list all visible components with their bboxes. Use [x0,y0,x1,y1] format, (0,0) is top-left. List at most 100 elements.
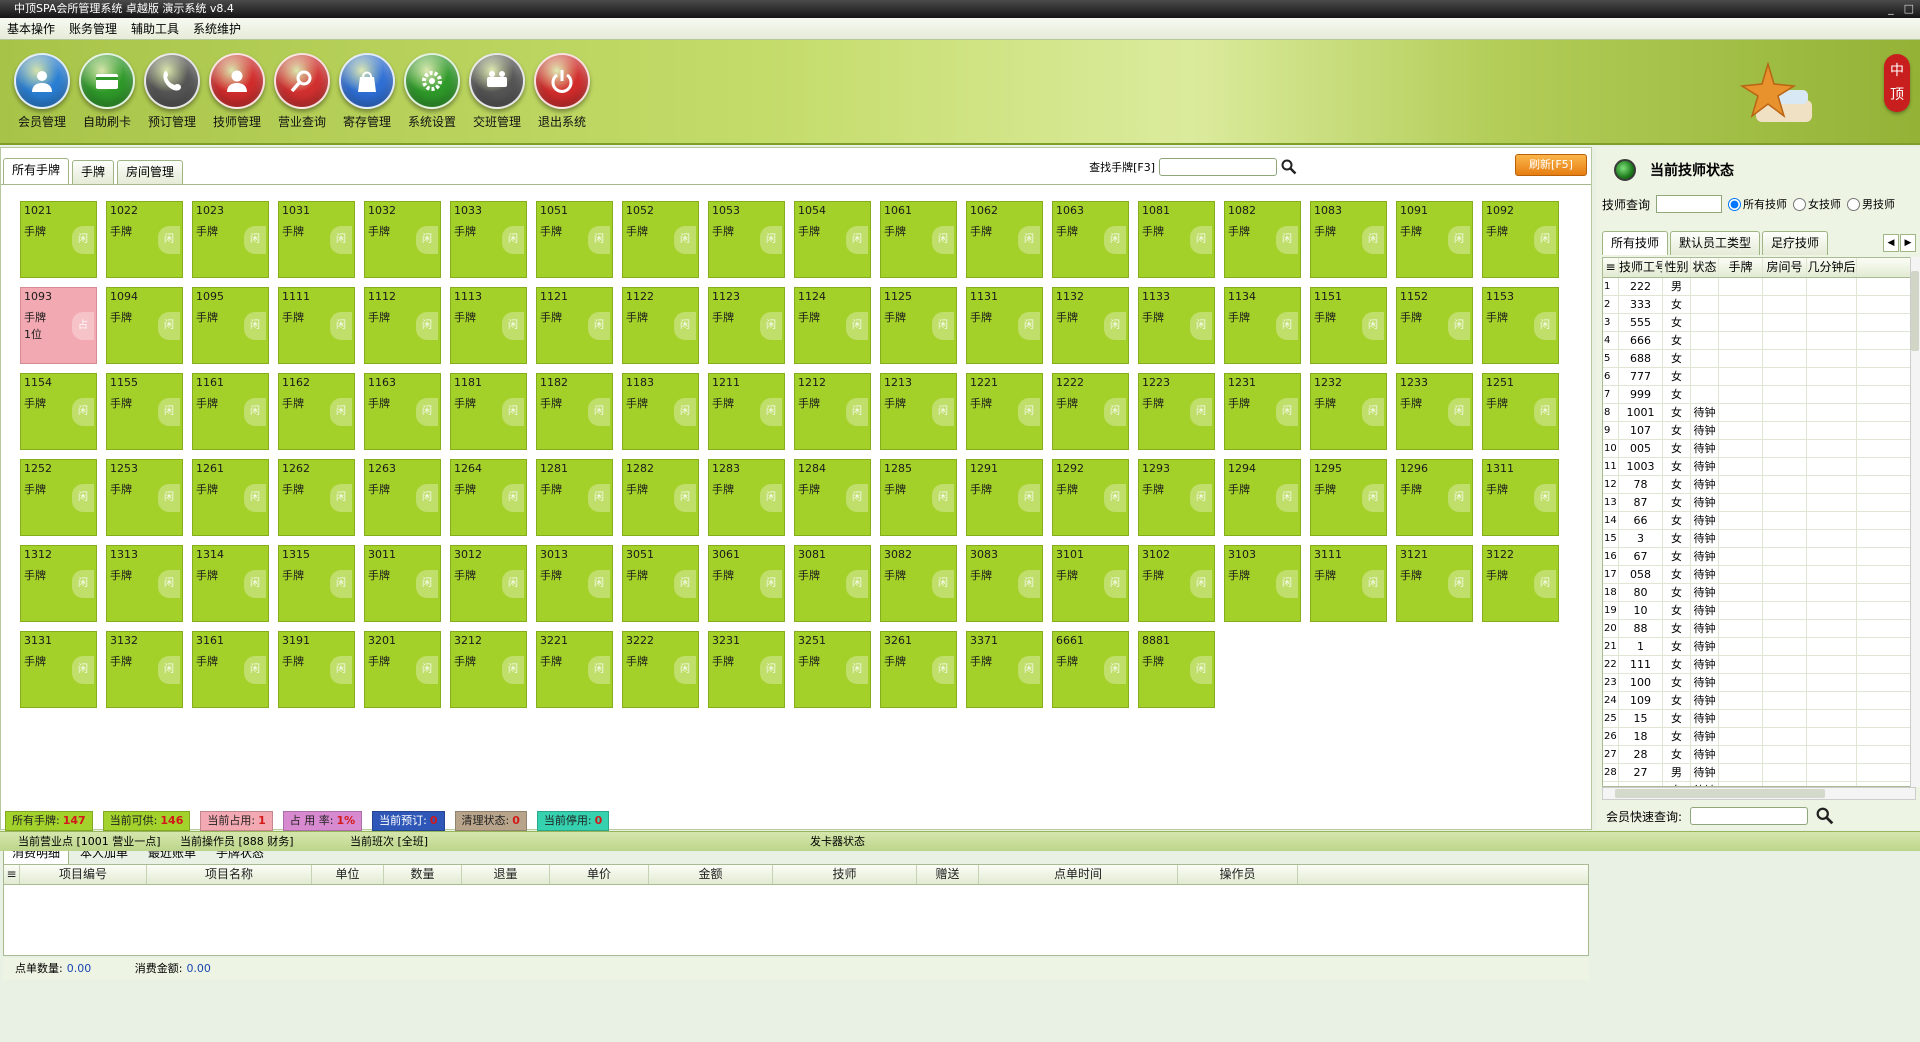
hand-card[interactable]: 1232 手牌 闲 [1310,373,1387,450]
hand-card[interactable]: 1162 手牌 闲 [278,373,355,450]
tab-prev-button[interactable]: ◀ [1883,234,1899,252]
consume-column-header[interactable]: 项目编号 [20,865,147,884]
magnifier-icon[interactable] [274,53,330,109]
toolbar-button-technician[interactable]: 技师管理 [201,53,273,130]
toolbar-button-member[interactable]: 会员管理 [6,53,78,130]
toolbar-button-phone[interactable]: 预订管理 [136,53,208,130]
toolbar-button-power[interactable]: 退出系统 [526,53,598,130]
hand-card[interactable]: 1151 手牌 闲 [1310,287,1387,364]
technician-query-input[interactable] [1656,195,1723,213]
hand-card[interactable]: 1213 手牌 闲 [880,373,957,450]
technician-row[interactable]: 1 222 男 [1603,278,1915,296]
technician-column-header[interactable]: 手牌 [1719,258,1763,277]
maximize-button[interactable]: □ [1904,0,1914,18]
hand-card[interactable]: 1132 手牌 闲 [1052,287,1129,364]
hand-card[interactable]: 1081 手牌 闲 [1138,201,1215,278]
phone-icon[interactable] [144,53,200,109]
hand-card[interactable]: 1052 手牌 闲 [622,201,699,278]
hand-card[interactable]: 1032 手牌 闲 [364,201,441,278]
technician-row[interactable]: 18 80 女待钟 [1603,584,1915,602]
bag-icon[interactable] [339,53,395,109]
hand-card[interactable]: 1294 手牌 闲 [1224,459,1301,536]
menu-accounts[interactable]: 账务管理 [69,18,117,39]
toolbar-button-bag[interactable]: 寄存管理 [331,53,403,130]
hand-card[interactable]: 3131 手牌 闲 [20,631,97,708]
hand-card[interactable]: 1222 手牌 闲 [1052,373,1129,450]
hand-card[interactable]: 1233 手牌 闲 [1396,373,1473,450]
hand-card[interactable]: 1063 手牌 闲 [1052,201,1129,278]
hand-card[interactable]: 3371 手牌 闲 [966,631,1043,708]
hand-card[interactable]: 3261 手牌 闲 [880,631,957,708]
power-icon[interactable] [534,53,590,109]
hand-card[interactable]: 1031 手牌 闲 [278,201,355,278]
technician-row[interactable]: 23 100 女待钟 [1603,674,1915,692]
hand-card[interactable]: 1091 手牌 闲 [1396,201,1473,278]
hand-card[interactable]: 1161 手牌 闲 [192,373,269,450]
hand-card[interactable]: 1113 手牌 闲 [450,287,527,364]
technician-column-header[interactable]: 几分钟后 [1807,258,1857,277]
hand-card[interactable]: 1094 手牌 闲 [106,287,183,364]
consume-column-header[interactable]: 操作员 [1178,865,1298,884]
member-quick-input[interactable] [1690,807,1809,825]
radio-female-technicians[interactable]: 女技师 [1793,196,1841,212]
technician-horizontal-scrollbar[interactable] [1602,787,1916,800]
technician-row[interactable]: 9 107 女待钟 [1603,422,1915,440]
hand-card[interactable]: 1282 手牌 闲 [622,459,699,536]
hand-card[interactable]: 3011 手牌 闲 [364,545,441,622]
consume-column-header[interactable]: 数量 [384,865,462,884]
technician-row[interactable]: 8 1001 女待钟 [1603,404,1915,422]
technician-row[interactable]: 3 555 女 [1603,314,1915,332]
hand-card[interactable]: 3013 手牌 闲 [536,545,613,622]
hand-card[interactable]: 1123 手牌 闲 [708,287,785,364]
technician-row[interactable]: 7 999 女 [1603,386,1915,404]
tab-all-cards[interactable]: 所有手牌 [3,158,70,184]
technician-row[interactable]: 20 88 女待钟 [1603,620,1915,638]
hand-card[interactable]: 1182 手牌 闲 [536,373,613,450]
technician-row[interactable]: 24 109 女待钟 [1603,692,1915,710]
hand-card[interactable]: 1053 手牌 闲 [708,201,785,278]
toolbar-button-handover[interactable]: 交班管理 [461,53,533,130]
radio-female-input[interactable] [1793,197,1807,211]
tab-all-technicians[interactable]: 所有技师 [1602,231,1669,255]
radio-all-technicians[interactable]: 所有技师 [1728,196,1787,212]
hand-card[interactable]: 1121 手牌 闲 [536,287,613,364]
hand-card[interactable]: 1263 手牌 闲 [364,459,441,536]
technician-row[interactable]: 19 10 女待钟 [1603,602,1915,620]
technician-row[interactable]: 25 15 女待钟 [1603,710,1915,728]
toolbar-button-magnifier[interactable]: 营业查询 [266,53,338,130]
horizontal-scroll-thumb[interactable] [1615,789,1825,798]
menu-tools[interactable]: 辅助工具 [131,18,179,39]
menu-basic-ops[interactable]: 基本操作 [7,18,55,39]
hand-card[interactable]: 1262 手牌 闲 [278,459,355,536]
consume-column-header[interactable]: 技师 [773,865,917,884]
hand-card[interactable]: 1023 手牌 闲 [192,201,269,278]
hand-card[interactable]: 3051 手牌 闲 [622,545,699,622]
hand-card[interactable]: 1122 手牌 闲 [622,287,699,364]
hand-card[interactable]: 1315 手牌 闲 [278,545,355,622]
hand-card[interactable]: 1153 手牌 闲 [1482,287,1559,364]
technician-row[interactable]: 13 87 女待钟 [1603,494,1915,512]
radio-all-input[interactable] [1728,197,1742,211]
technician-row[interactable]: 4 666 女 [1603,332,1915,350]
hand-card[interactable]: 1152 手牌 闲 [1396,287,1473,364]
hand-card[interactable]: 1285 手牌 闲 [880,459,957,536]
hand-card[interactable]: 1133 手牌 闲 [1138,287,1215,364]
hand-card[interactable]: 3212 手牌 闲 [450,631,527,708]
hand-card[interactable]: 1231 手牌 闲 [1224,373,1301,450]
tab-rooms[interactable]: 房间管理 [117,160,184,184]
technician-vertical-scrollbar[interactable] [1910,257,1920,787]
hand-card[interactable]: 1131 手牌 闲 [966,287,1043,364]
hand-card[interactable]: 1251 手牌 闲 [1482,373,1559,450]
menu-maintenance[interactable]: 系统维护 [193,18,241,39]
hand-card[interactable]: 1221 手牌 闲 [966,373,1043,450]
gear-icon[interactable] [404,53,460,109]
hand-card[interactable]: 3101 手牌 闲 [1052,545,1129,622]
tab-foot-technicians[interactable]: 足疗技师 [1762,231,1829,255]
card-swipe-icon[interactable] [79,53,135,109]
technician-row[interactable]: 26 18 女待钟 [1603,728,1915,746]
hand-card[interactable]: 3102 手牌 闲 [1138,545,1215,622]
technician-row[interactable]: 22 111 女待钟 [1603,656,1915,674]
hand-card[interactable]: 3201 手牌 闲 [364,631,441,708]
hand-card[interactable]: 6661 手牌 闲 [1052,631,1129,708]
hand-card[interactable]: 1155 手牌 闲 [106,373,183,450]
